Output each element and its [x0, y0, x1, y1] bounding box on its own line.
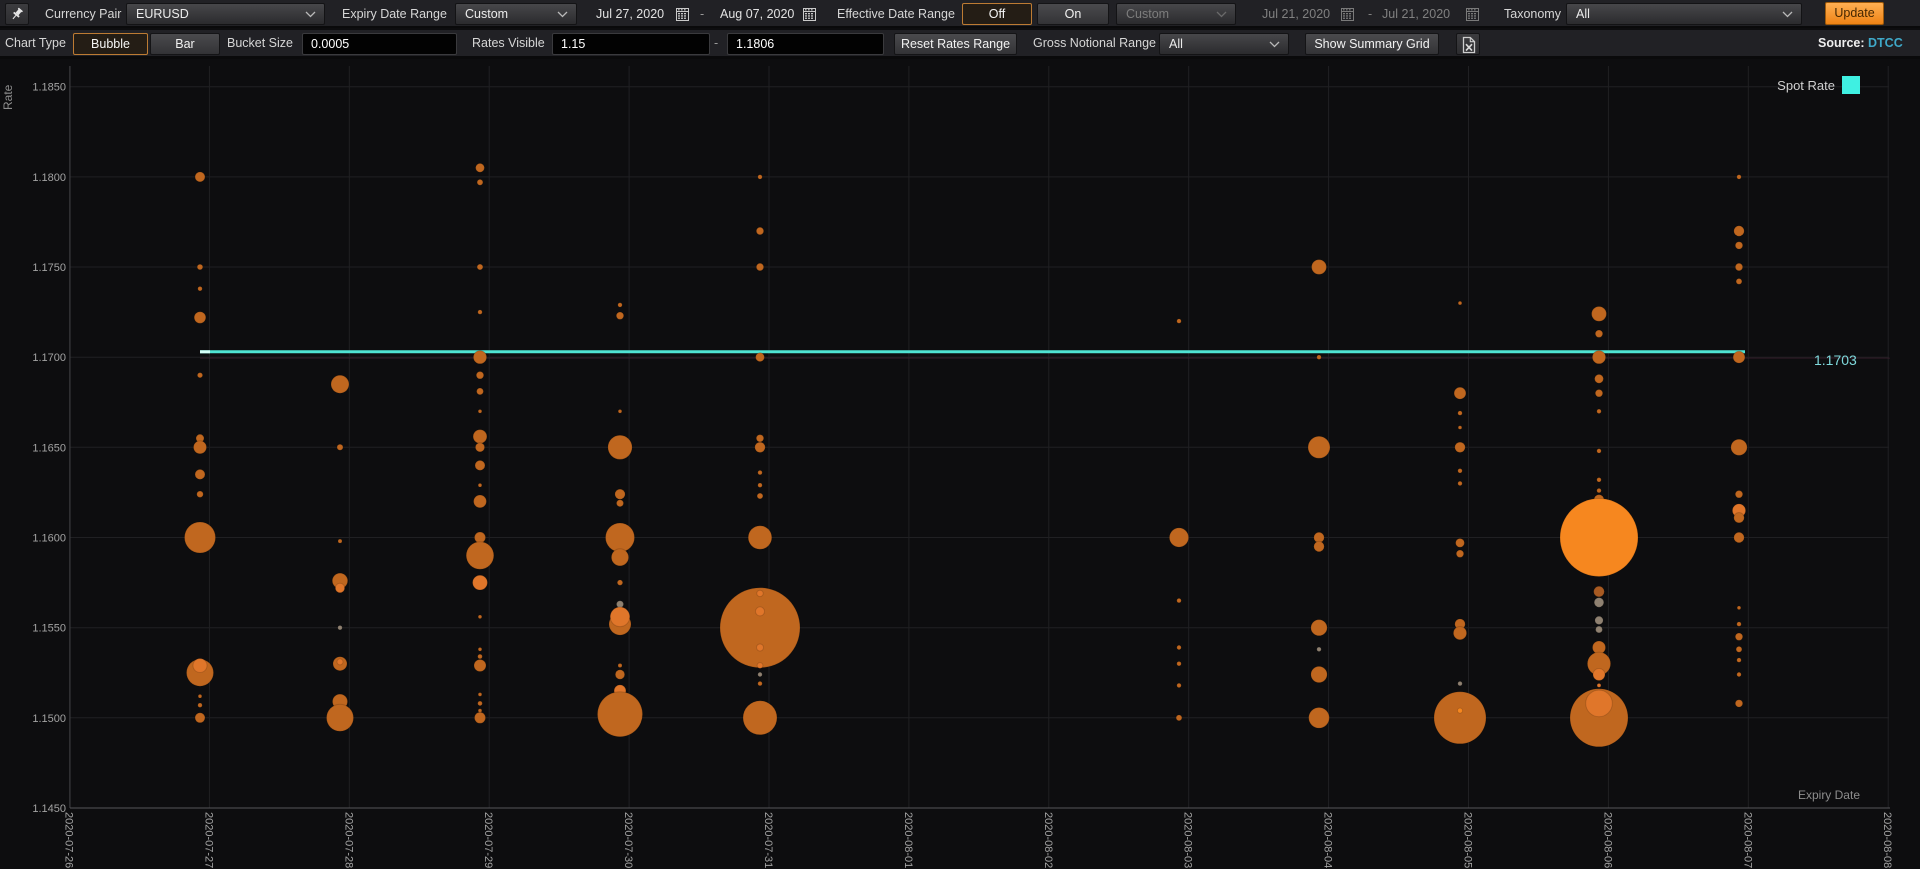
svg-text:2020-07-29: 2020-07-29	[482, 812, 494, 868]
svg-text:1.1700: 1.1700	[32, 352, 66, 364]
svg-text:2020-08-06: 2020-08-06	[1601, 812, 1613, 868]
svg-text:2020-07-30: 2020-07-30	[622, 812, 634, 868]
svg-text:2020-07-28: 2020-07-28	[342, 812, 354, 868]
svg-text:Rate: Rate	[1, 84, 15, 110]
svg-text:2020-08-03: 2020-08-03	[1182, 812, 1194, 868]
svg-text:2020-08-05: 2020-08-05	[1462, 812, 1474, 868]
svg-text:1.1703: 1.1703	[1814, 352, 1857, 368]
svg-text:1.1650: 1.1650	[32, 442, 66, 454]
svg-text:1.1500: 1.1500	[32, 713, 66, 725]
svg-text:2020-07-26: 2020-07-26	[63, 812, 75, 868]
svg-text:2020-07-27: 2020-07-27	[202, 812, 214, 868]
svg-text:Expiry Date: Expiry Date	[1798, 788, 1860, 802]
svg-text:2020-08-01: 2020-08-01	[902, 812, 914, 868]
svg-text:1.1850: 1.1850	[32, 82, 66, 94]
svg-text:1.1800: 1.1800	[32, 172, 66, 184]
svg-text:1.1550: 1.1550	[32, 623, 66, 635]
svg-text:Spot Rate: Spot Rate	[1777, 78, 1835, 93]
svg-text:2020-08-07: 2020-08-07	[1741, 812, 1753, 868]
svg-text:1.1600: 1.1600	[32, 533, 66, 545]
svg-text:2020-07-31: 2020-07-31	[762, 812, 774, 868]
svg-text:2020-08-02: 2020-08-02	[1042, 812, 1054, 868]
svg-text:2020-08-08: 2020-08-08	[1881, 812, 1893, 868]
svg-text:1.1750: 1.1750	[32, 262, 66, 274]
svg-text:1.1450: 1.1450	[32, 803, 66, 815]
svg-text:2020-08-04: 2020-08-04	[1322, 812, 1334, 868]
